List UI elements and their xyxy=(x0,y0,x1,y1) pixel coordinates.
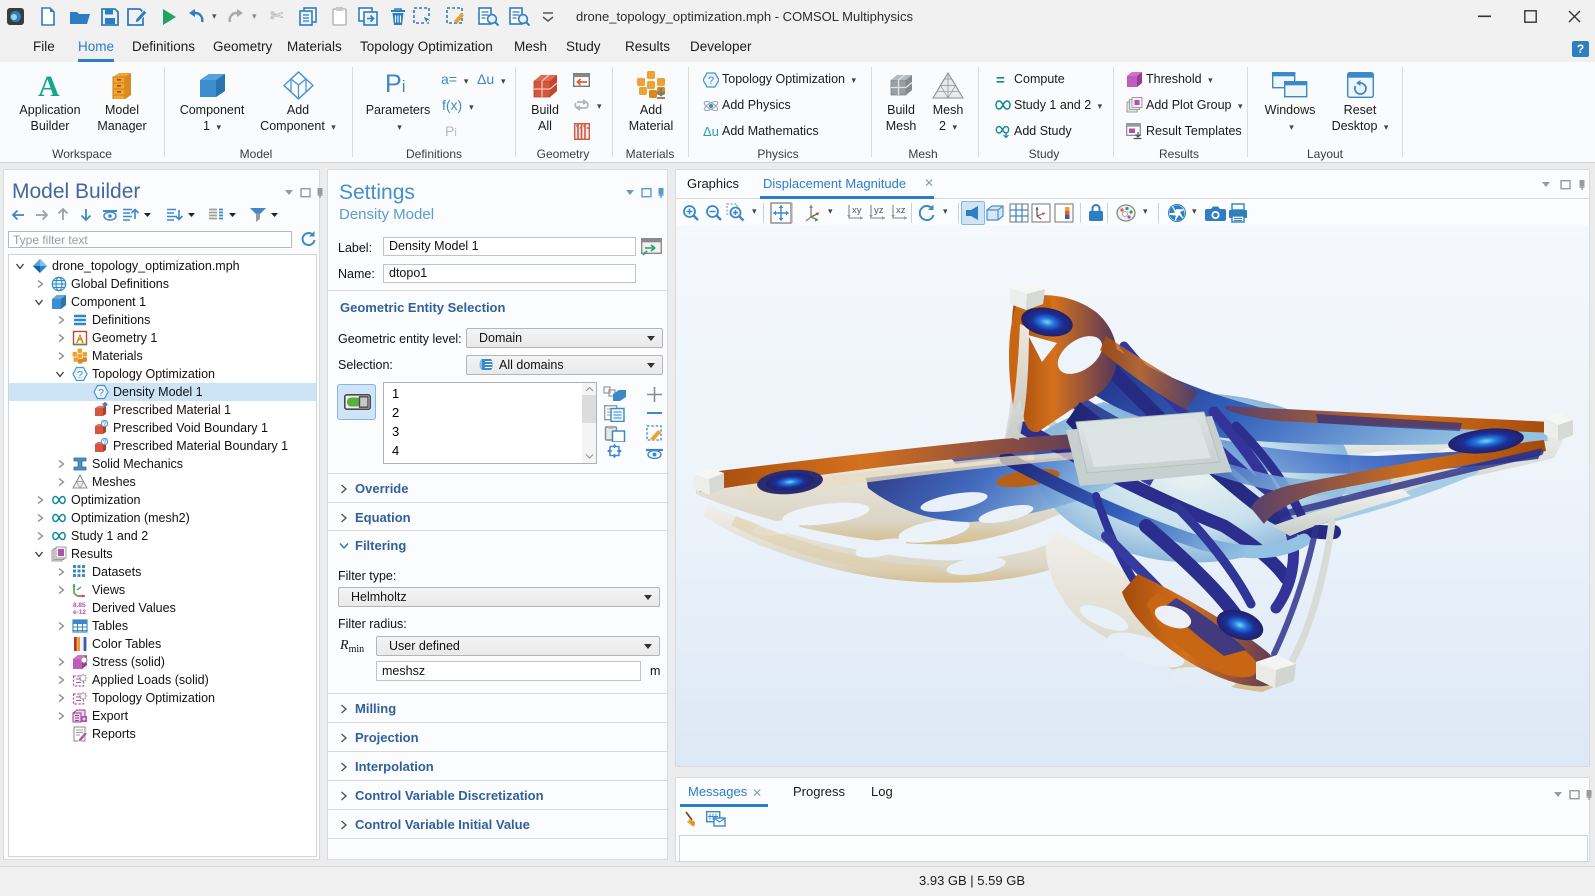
svg-text:?: ? xyxy=(103,439,107,446)
svg-text:?: ? xyxy=(103,421,107,428)
svg-text:e-12: e-12 xyxy=(73,609,86,616)
svg-text:?: ? xyxy=(98,387,104,399)
svg-text:xz: xz xyxy=(896,205,906,216)
svg-text:xy: xy xyxy=(852,205,862,216)
svg-text:8.85: 8.85 xyxy=(73,602,86,609)
svg-text:yz: yz xyxy=(874,205,884,216)
svg-text:?: ? xyxy=(708,75,714,87)
svg-text:?: ? xyxy=(77,369,83,381)
